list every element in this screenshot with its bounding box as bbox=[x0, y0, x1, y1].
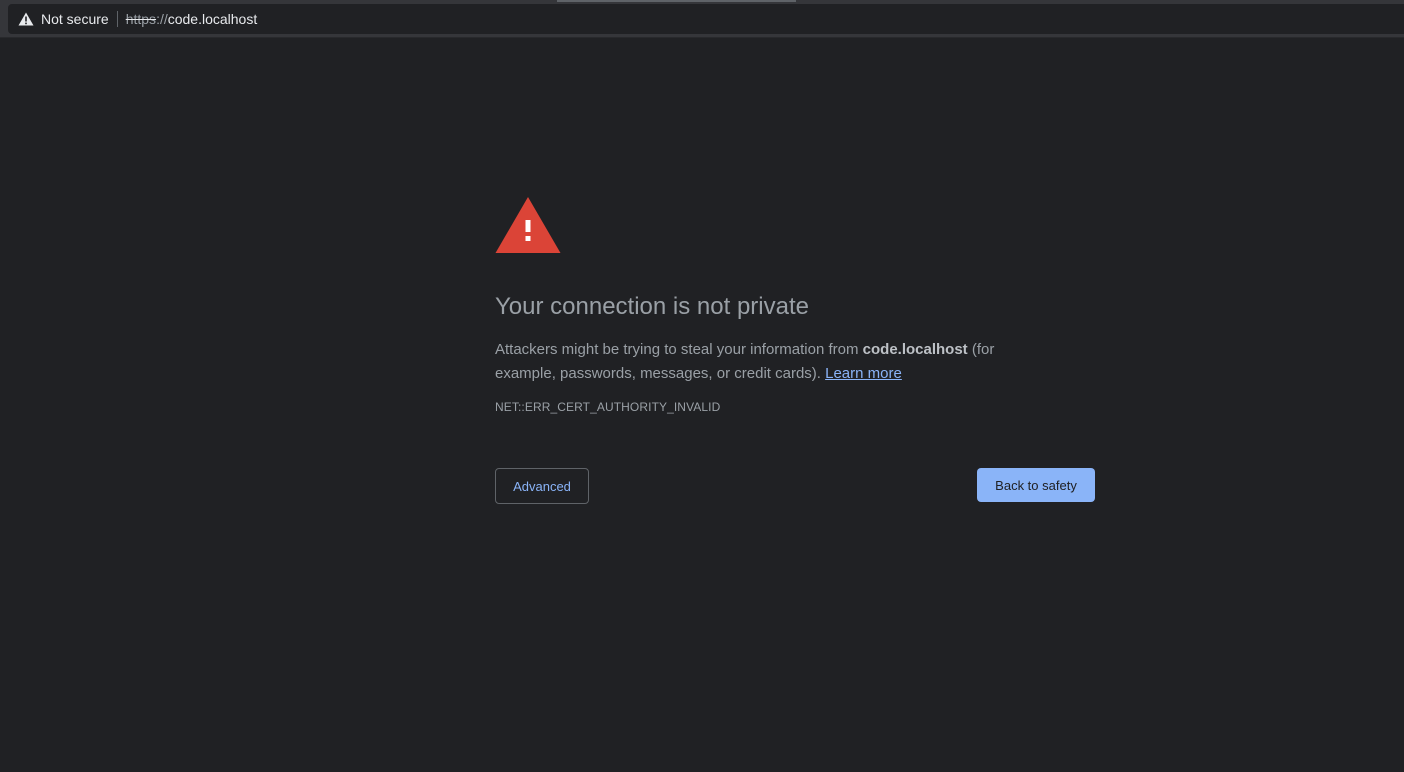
main-message: Attackers might be trying to steal your … bbox=[495, 338, 1055, 386]
error-code: NET::ERR_CERT_AUTHORITY_INVALID bbox=[495, 400, 721, 414]
url-host: code.localhost bbox=[167, 11, 258, 27]
warning-triangle-icon[interactable] bbox=[18, 11, 34, 27]
button-row: Advanced Back to safety bbox=[495, 468, 1095, 504]
url-scheme: https bbox=[125, 11, 157, 27]
url-separator: :// bbox=[156, 11, 168, 27]
page-title: Your connection is not private bbox=[495, 293, 809, 320]
url-text[interactable]: https://code.localhost bbox=[126, 11, 258, 27]
security-status-label[interactable]: Not secure bbox=[41, 11, 109, 27]
red-warning-triangle-icon bbox=[495, 196, 561, 254]
browser-toolbar: Not secure https://code.localhost bbox=[0, 2, 1404, 38]
message-text-start: Attackers might be trying to steal your … bbox=[495, 341, 863, 358]
back-to-safety-button[interactable]: Back to safety bbox=[977, 468, 1095, 502]
advanced-button[interactable]: Advanced bbox=[495, 468, 589, 504]
interstitial-content: Your connection is not private Attackers… bbox=[495, 196, 1095, 504]
address-bar[interactable]: Not secure https://code.localhost bbox=[8, 4, 1404, 34]
learn-more-link[interactable]: Learn more bbox=[825, 365, 902, 382]
message-host: code.localhost bbox=[862, 341, 968, 358]
omnibox-divider bbox=[116, 11, 118, 27]
